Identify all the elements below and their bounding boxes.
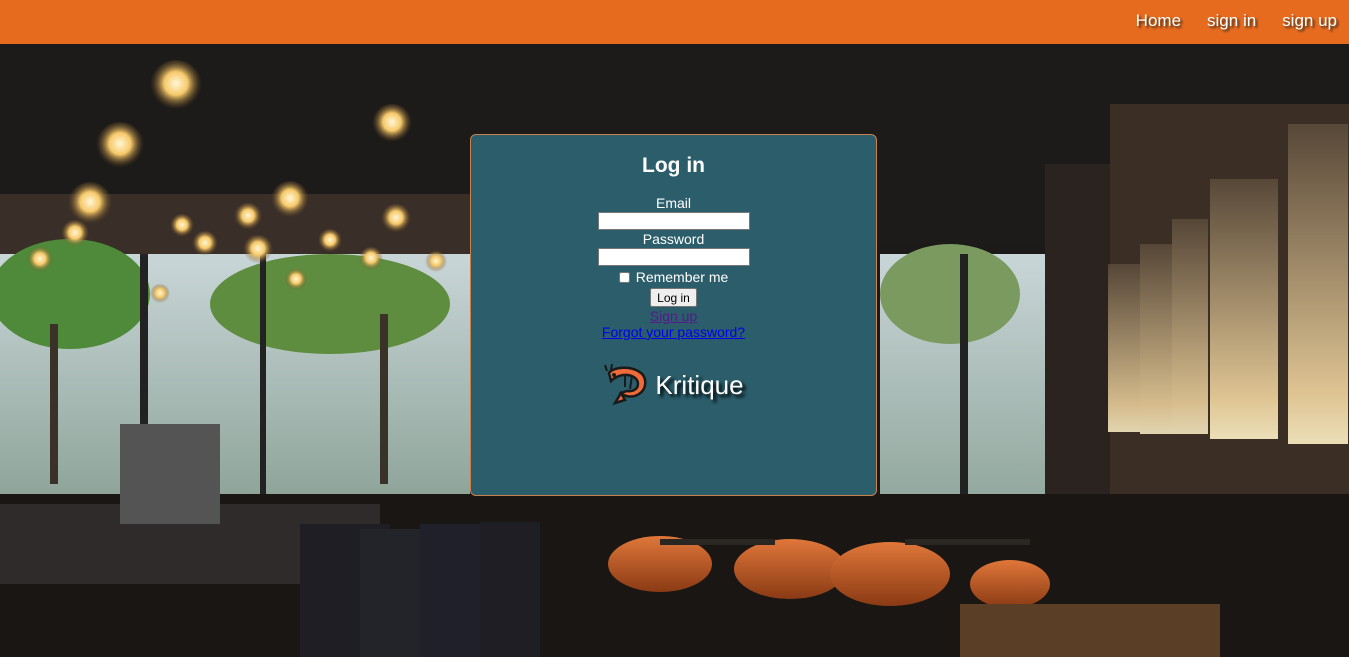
email-field[interactable]	[597, 212, 750, 230]
nav-sign-in-link[interactable]: sign in	[1207, 11, 1256, 31]
email-label: Email	[655, 195, 691, 211]
top-navbar: Home sign in sign up	[0, 0, 1349, 44]
remember-me-checkbox[interactable]	[618, 271, 630, 283]
nav-home-link[interactable]: Home	[1136, 11, 1181, 31]
shrimp-icon	[604, 363, 647, 406]
forgot-password-link[interactable]: Forgot your password?	[471, 324, 876, 340]
password-label: Password	[642, 231, 705, 247]
page: Home sign in sign up Log in Email Passwo…	[0, 0, 1349, 657]
remember-me-row: Remember me	[471, 269, 876, 285]
password-field[interactable]	[597, 248, 750, 266]
nav-links: Home sign in sign up	[1110, 11, 1337, 31]
login-title: Log in	[642, 154, 705, 177]
sign-up-link[interactable]: Sign up	[471, 308, 876, 324]
brand: Kritique	[471, 363, 876, 407]
login-button[interactable]: Log in	[650, 288, 697, 307]
login-card: Log in Email Password Remember me Log in…	[470, 134, 877, 496]
brand-name: Kritique	[655, 369, 744, 400]
nav-sign-up-link[interactable]: sign up	[1282, 11, 1337, 31]
remember-me-label: Remember me	[635, 269, 729, 285]
